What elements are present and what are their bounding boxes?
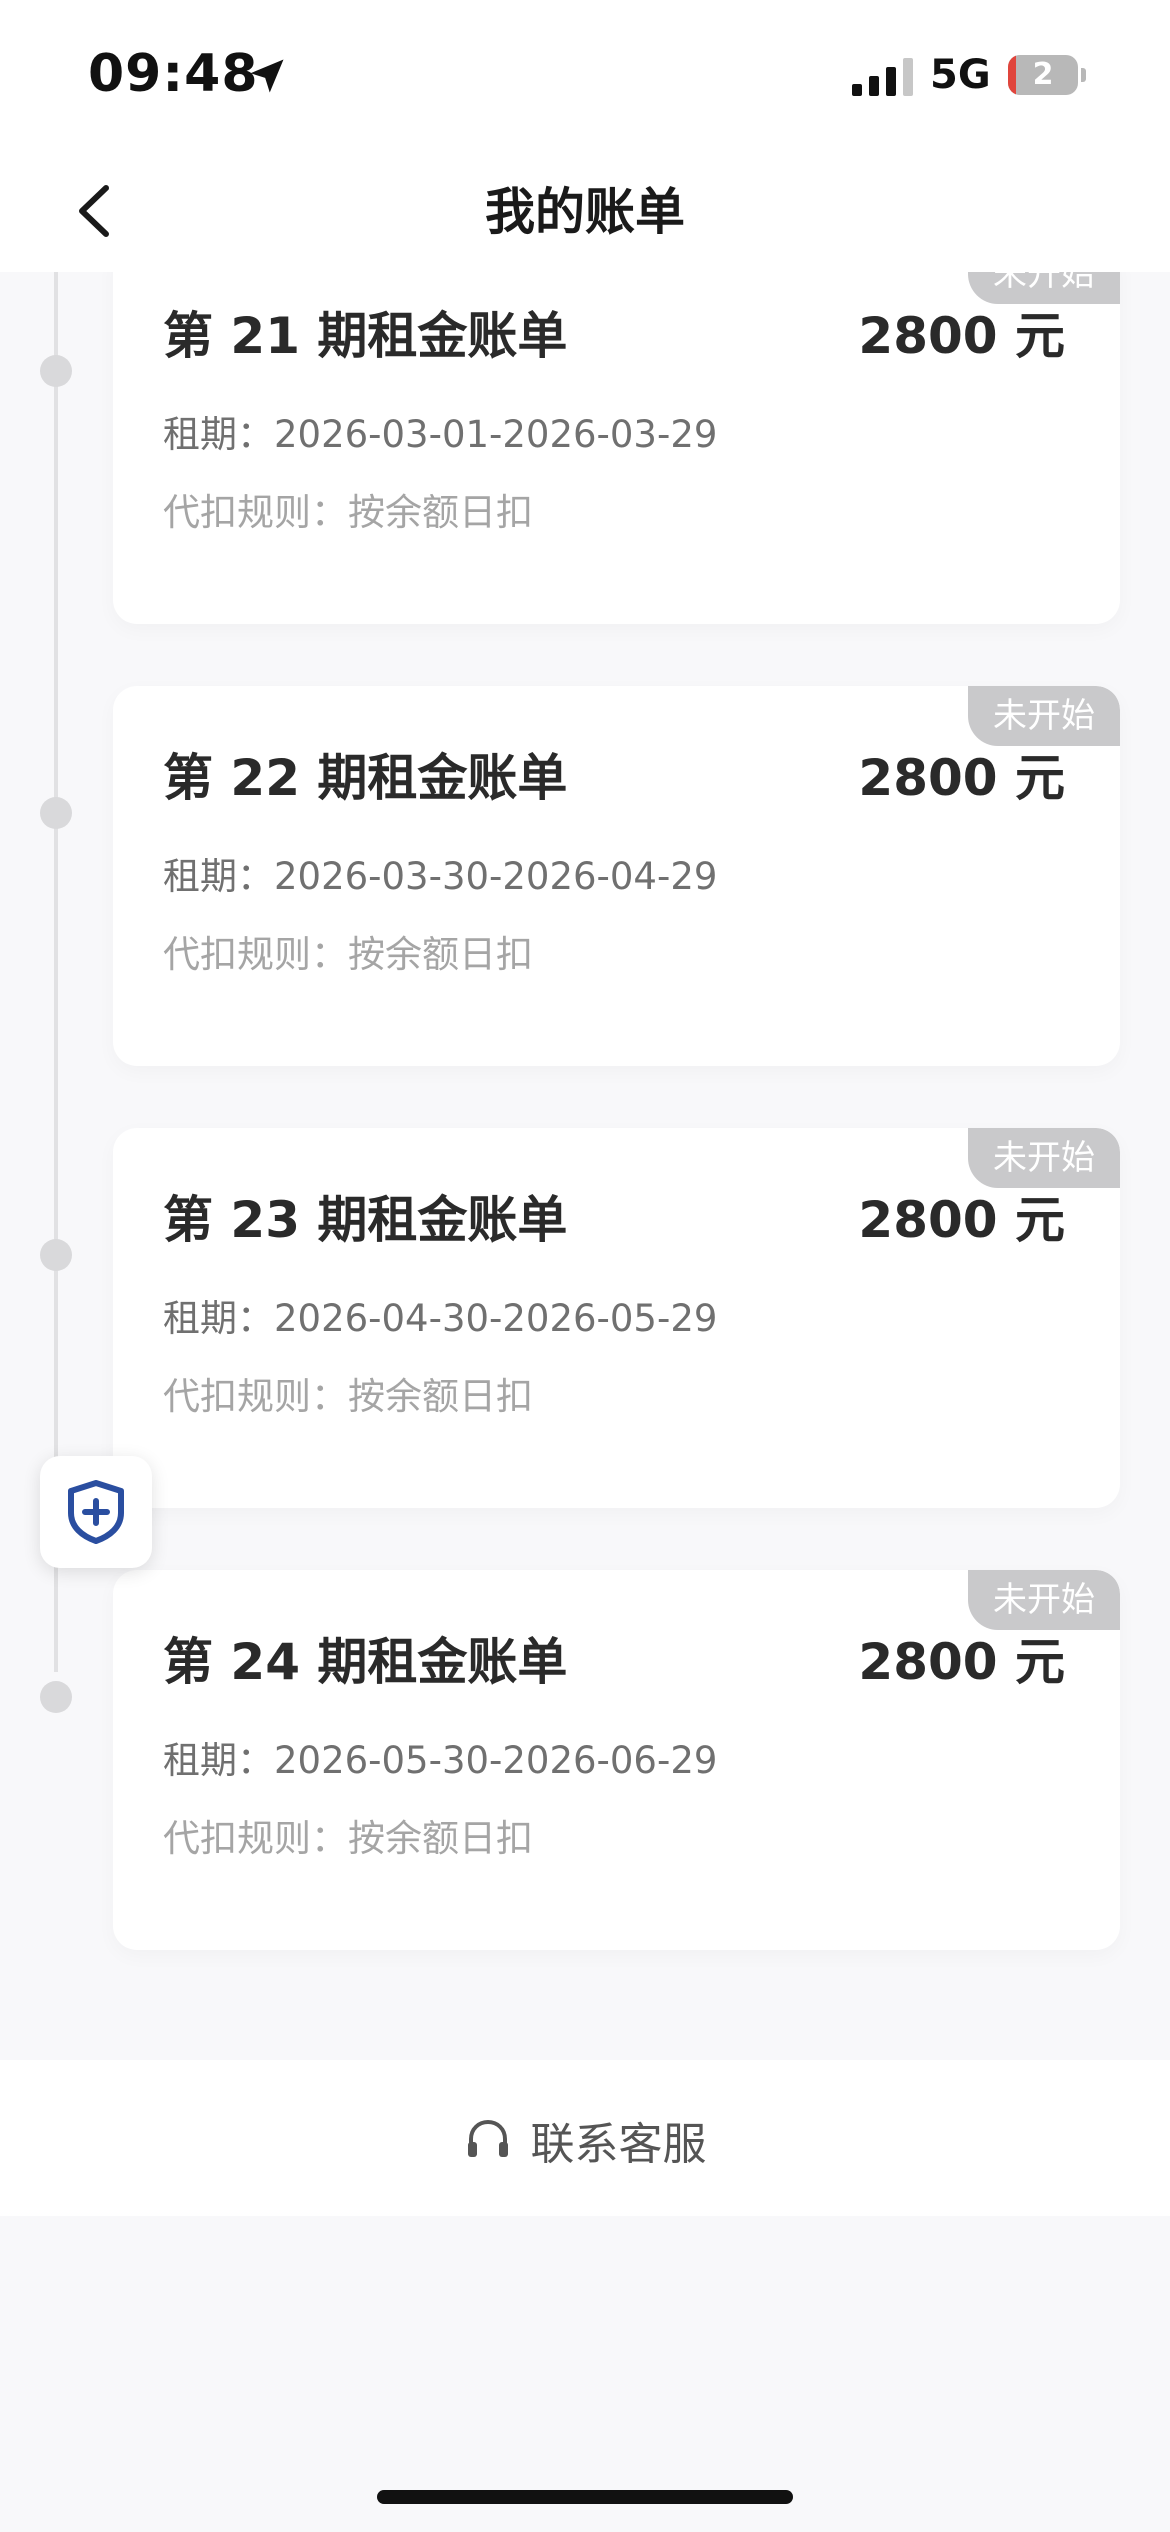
bill-title: 第 24 期租金账单 [163,1633,568,1691]
status-badge: 未开始 [968,1128,1120,1188]
bill-period: 租期：2026-04-30-2026-05-29 [163,1297,718,1340]
bill-period: 租期：2026-03-01-2026-03-29 [163,413,718,456]
bill-deduction-rule: 代扣规则：按余额日扣 [163,1375,533,1418]
insurance-float-button[interactable] [40,1456,152,1568]
status-badge: 未开始 [968,1570,1120,1630]
bill-title: 第 21 期租金账单 [163,307,568,365]
contact-service-label: 联系客服 [530,2119,707,2170]
contact-bar: 联系客服 [0,2060,1170,2216]
bill-amount: 2800 元 [858,1191,1065,1249]
battery-level: 2 [1032,57,1054,92]
bill-deduction-rule: 代扣规则：按余额日扣 [163,1817,533,1860]
home-indicator [377,2490,793,2504]
shield-plus-icon [68,1480,124,1544]
bill-card[interactable]: 未开始 第 24 期租金账单 2800 元 租期：2026-05-30-2026… [113,1570,1120,1950]
page-title: 我的账单 [485,183,685,241]
nav-bar: 我的账单 [0,150,1170,272]
contact-service-button[interactable]: 联系客服 [0,2108,1170,2172]
headset-icon [468,2119,509,2157]
bill-deduction-rule: 代扣规则：按余额日扣 [163,933,533,976]
status-time: 09:48 [88,44,259,104]
status-badge: 未开始 [968,686,1120,746]
bill-amount: 2800 元 [858,749,1065,807]
network-type: 5G [930,52,991,98]
bill-card[interactable]: 未开始 第 21 期租金账单 2800 元 租期：2026-03-01-2026… [113,272,1120,624]
bill-title: 第 22 期租金账单 [163,749,568,807]
bill-period: 租期：2026-05-30-2026-06-29 [163,1739,718,1782]
bill-card[interactable]: 未开始 第 23 期租金账单 2800 元 租期：2026-04-30-2026… [113,1128,1120,1508]
bill-period: 租期：2026-03-30-2026-04-29 [163,855,718,898]
cellular-signal-icon [852,58,913,96]
bill-card[interactable]: 未开始 第 22 期租金账单 2800 元 租期：2026-03-30-2026… [113,686,1120,1066]
battery-icon: 2 [1008,55,1086,95]
bill-list: 未开始 第 21 期租金账单 2800 元 租期：2026-03-01-2026… [0,272,1170,2012]
bill-title: 第 23 期租金账单 [163,1191,568,1249]
bill-amount: 2800 元 [858,1633,1065,1691]
status-bar: 09:48 5G 2 [0,0,1170,150]
bill-deduction-rule: 代扣规则：按余额日扣 [163,491,533,534]
location-arrow-icon [250,59,284,93]
bill-amount: 2800 元 [858,307,1065,365]
